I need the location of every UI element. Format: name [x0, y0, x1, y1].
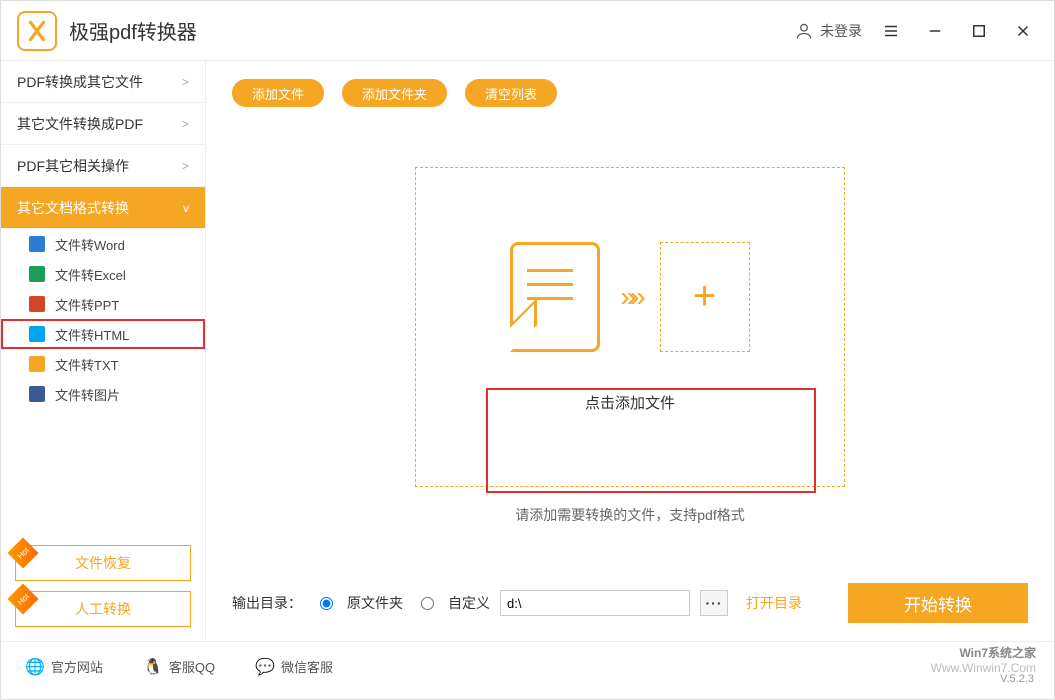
clear-list-button[interactable]: 清空列表	[465, 79, 557, 107]
login-button[interactable]: 未登录	[794, 21, 862, 41]
chevron-down-icon: v	[183, 201, 189, 215]
word-icon	[29, 236, 45, 252]
image-icon	[29, 386, 45, 402]
maximize-button[interactable]	[964, 16, 994, 46]
wechat-support-link[interactable]: 💬微信客服	[255, 657, 333, 677]
output-bar: 输出目录： 原文件夹 自定义 ··· 打开目录 开始转换	[232, 583, 1028, 623]
arrow-right-icon: »»	[620, 281, 639, 313]
output-path-input[interactable]	[500, 590, 690, 616]
sidebar-cat-other-to-pdf[interactable]: 其它文件转换成PDF>	[1, 103, 205, 145]
sidebar-cat-pdf-ops[interactable]: PDF其它相关操作>	[1, 145, 205, 187]
sidebar-cat-pdf-to-other[interactable]: PDF转换成其它文件>	[1, 61, 205, 103]
app-title: 极强pdf转换器	[69, 16, 197, 45]
watermark: Win7系统之家 Www.Winwin7.Com	[931, 646, 1036, 675]
menu-button[interactable]	[876, 16, 906, 46]
title-left: 极强pdf转换器	[17, 11, 197, 51]
drop-zone-text: 点击添加文件	[585, 392, 675, 413]
drop-zone-hint: 请添加需要转换的文件，支持pdf格式	[232, 505, 1028, 525]
sidebar-bottom: Hot文件恢复 Hot人工转换	[1, 545, 205, 641]
output-original-radio[interactable]	[320, 597, 333, 610]
title-bar: 极强pdf转换器 未登录	[1, 1, 1054, 61]
qq-support-link[interactable]: 🐧客服QQ	[143, 657, 215, 677]
output-original-label: 原文件夹	[347, 593, 403, 613]
output-custom-radio[interactable]	[421, 597, 434, 610]
toolbar: 添加文件 添加文件夹 清空列表	[232, 79, 1028, 107]
sidebar-item-to-image[interactable]: 文件转图片	[1, 379, 205, 409]
ppt-icon	[29, 296, 45, 312]
chevron-right-icon: >	[182, 75, 189, 89]
txt-icon	[29, 356, 45, 372]
wechat-icon: 💬	[255, 657, 275, 677]
file-recovery-button[interactable]: Hot文件恢复	[15, 545, 191, 581]
open-dir-link[interactable]: 打开目录	[746, 593, 802, 613]
sidebar: PDF转换成其它文件> 其它文件转换成PDF> PDF其它相关操作> 其它文档格…	[1, 61, 206, 641]
sidebar-item-to-ppt[interactable]: 文件转PPT	[1, 289, 205, 319]
main: PDF转换成其它文件> 其它文件转换成PDF> PDF其它相关操作> 其它文档格…	[1, 61, 1054, 641]
manual-convert-button[interactable]: Hot人工转换	[15, 591, 191, 627]
chevron-right-icon: >	[182, 117, 189, 131]
output-custom-label: 自定义	[448, 593, 490, 613]
drop-zone-graphic: »» +	[510, 242, 749, 352]
html-icon	[29, 326, 45, 342]
login-status: 未登录	[820, 21, 862, 41]
sidebar-item-to-html[interactable]: 文件转HTML	[1, 319, 205, 349]
excel-icon	[29, 266, 45, 282]
hot-badge-icon: Hot	[7, 537, 38, 568]
close-button[interactable]	[1008, 16, 1038, 46]
plus-icon: +	[660, 242, 750, 352]
start-convert-button[interactable]: 开始转换	[848, 583, 1028, 623]
minimize-button[interactable]	[920, 16, 950, 46]
sidebar-item-to-excel[interactable]: 文件转Excel	[1, 259, 205, 289]
add-file-button[interactable]: 添加文件	[232, 79, 324, 107]
official-site-link[interactable]: 🌐官方网站	[25, 657, 103, 677]
user-icon	[794, 21, 814, 41]
sidebar-item-to-word[interactable]: 文件转Word	[1, 229, 205, 259]
sidebar-cat-other-formats[interactable]: 其它文档格式转换v	[1, 187, 205, 229]
footer: 🌐官方网站 🐧客服QQ 💬微信客服 V.5.2.3 Win7系统之家 Www.W…	[1, 641, 1054, 691]
sidebar-item-to-txt[interactable]: 文件转TXT	[1, 349, 205, 379]
add-folder-button[interactable]: 添加文件夹	[342, 79, 447, 107]
content: 添加文件 添加文件夹 清空列表 »» + 点击添加文件 请添加需要转换的文件，支…	[206, 61, 1054, 641]
globe-icon: 🌐	[25, 657, 45, 677]
hot-badge-icon: Hot	[7, 583, 38, 614]
browse-button[interactable]: ···	[700, 590, 728, 616]
title-right: 未登录	[794, 16, 1038, 46]
drop-zone[interactable]: »» + 点击添加文件	[415, 167, 845, 487]
output-label: 输出目录：	[232, 593, 302, 613]
app-logo	[17, 11, 57, 51]
document-icon	[510, 242, 600, 352]
chevron-right-icon: >	[182, 159, 189, 173]
qq-icon: 🐧	[143, 657, 163, 677]
